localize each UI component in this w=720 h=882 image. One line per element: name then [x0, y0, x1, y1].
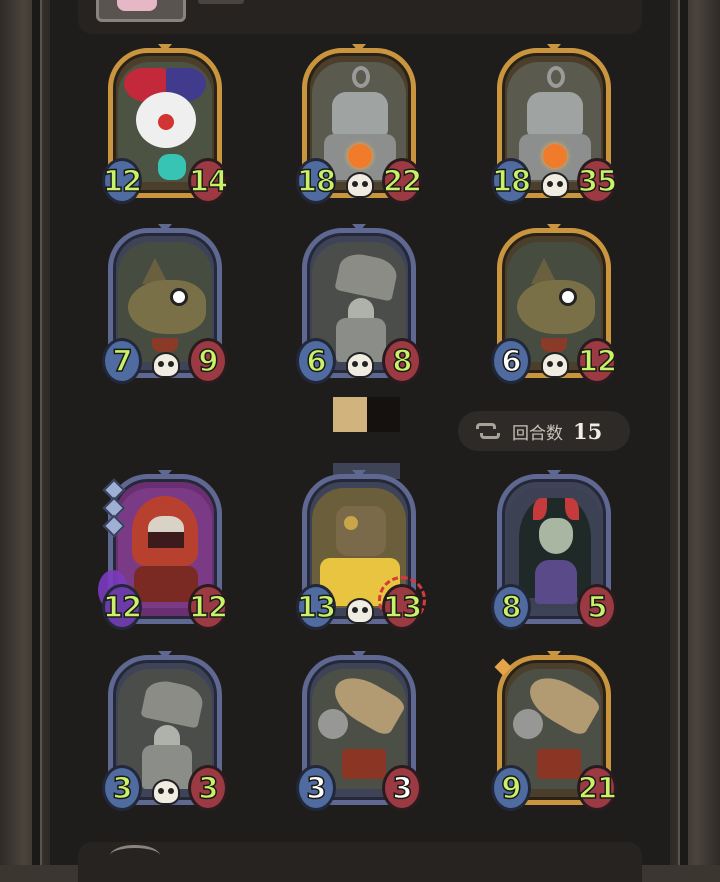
card-gold-robot[interactable]: 13 13 — [296, 470, 426, 634]
elf-horn-right — [565, 498, 579, 520]
smoke-puff — [318, 709, 348, 739]
robot-core — [543, 144, 567, 168]
attack-value: 6 — [296, 338, 336, 384]
balloon-basket — [541, 338, 567, 352]
card-robot-2[interactable]: 18 35 — [491, 44, 618, 208]
skull-icon — [541, 172, 569, 198]
teal-puppet — [158, 154, 186, 180]
elf-face — [539, 518, 573, 554]
portrait-art — [117, 0, 157, 11]
ninja-mask — [148, 532, 184, 548]
card-robot-1[interactable]: 18 22 — [296, 44, 423, 208]
skull-icon — [152, 352, 180, 378]
right-rail — [678, 0, 688, 865]
windup-key — [547, 66, 565, 88]
clown-nose — [158, 114, 174, 130]
fish-body — [128, 280, 206, 334]
windup-key — [352, 66, 370, 88]
card-missile-1[interactable]: 3 3 — [296, 651, 422, 815]
turn-value: 15 — [573, 418, 603, 444]
skull-icon — [346, 352, 374, 378]
bell-lid — [140, 677, 206, 729]
fish-eye — [170, 288, 188, 306]
skull-icon — [346, 172, 374, 198]
bottom-panel — [78, 842, 642, 882]
card-fish-1[interactable]: 7 9 — [102, 224, 228, 388]
health-value: 12 — [188, 584, 229, 630]
skull-icon — [541, 352, 569, 378]
attack-value: 7 — [102, 338, 142, 384]
dynamite-bundle — [342, 749, 386, 779]
chain-icon — [110, 845, 160, 866]
render-artifact — [333, 397, 367, 432]
attack-value: 9 — [491, 765, 531, 811]
attack-value: 12 — [102, 158, 143, 204]
attack-value: 12 — [102, 584, 143, 630]
balloon-basket — [152, 338, 178, 352]
card-bell-1[interactable]: 6 8 — [296, 224, 422, 388]
attack-value: 3 — [296, 765, 336, 811]
render-artifact — [367, 397, 400, 432]
card-ninja[interactable]: 12 12 — [98, 470, 229, 634]
health-value: 3 — [188, 765, 228, 811]
skull-icon — [346, 598, 374, 624]
card-fish-2[interactable]: 6 12 — [491, 224, 618, 388]
left-wall — [0, 0, 52, 865]
attack-value: 8 — [491, 584, 531, 630]
elf-body — [535, 560, 577, 604]
robot-head — [332, 92, 388, 136]
turn-counter: 回合数 15 — [458, 411, 630, 451]
repeat-icon — [474, 420, 502, 442]
health-value: 22 — [382, 158, 423, 204]
left-rail — [32, 0, 42, 865]
health-value: 8 — [382, 338, 422, 384]
attack-value: 3 — [102, 765, 142, 811]
robot-head — [527, 92, 583, 136]
robot-head — [336, 506, 386, 556]
attack-value: 13 — [296, 584, 337, 630]
fish-body — [517, 280, 595, 334]
health-value: 13 — [382, 584, 423, 630]
status-icons — [198, 0, 244, 4]
health-value: 5 — [577, 584, 617, 630]
card-missile-2[interactable]: 9 21 — [491, 651, 618, 815]
health-value: 14 — [188, 158, 229, 204]
bell-lid — [334, 250, 400, 302]
hero-portrait[interactable] — [96, 0, 186, 22]
health-value: 3 — [382, 765, 422, 811]
fish-eye — [559, 288, 577, 306]
skull-icon — [152, 779, 180, 805]
smoke-puff — [513, 709, 543, 739]
health-value: 21 — [577, 765, 618, 811]
card-bell-2[interactable]: 3 3 — [102, 651, 228, 815]
turn-label: 回合数 — [512, 423, 563, 444]
robot-core — [348, 144, 372, 168]
card-clown[interactable]: 12 14 — [102, 44, 229, 208]
dynamite-bundle — [537, 749, 581, 779]
attack-value: 18 — [491, 158, 532, 204]
attack-value: 18 — [296, 158, 337, 204]
health-value: 12 — [577, 338, 618, 384]
health-value: 9 — [188, 338, 228, 384]
attack-value: 6 — [491, 338, 531, 384]
right-wall — [668, 0, 720, 865]
card-elf[interactable]: 8 5 — [491, 470, 617, 634]
robot-eye — [344, 516, 358, 530]
health-value: 35 — [577, 158, 618, 204]
